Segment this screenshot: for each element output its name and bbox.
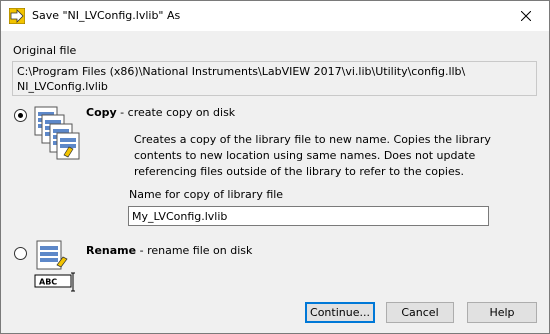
title-bar: Save "NI_LVConfig.lvlib" As	[1, 1, 549, 31]
copy-option-title: Copy - create copy on disk	[86, 106, 235, 119]
window-title: Save "NI_LVConfig.lvlib" As	[32, 9, 181, 22]
copy-name-label: Name for copy of library file	[129, 188, 284, 201]
rename-option-title: Rename - rename file on disk	[86, 244, 252, 257]
rename-subtitle: - rename file on disk	[136, 244, 253, 257]
original-file-path: C:\Program Files (x86)\National Instrume…	[12, 61, 537, 96]
copy-title: Copy	[86, 106, 117, 119]
cancel-button[interactable]: Cancel	[386, 302, 454, 323]
rename-icon-text: ABC	[39, 278, 57, 287]
copy-description: Creates a copy of the library file to ne…	[134, 133, 491, 178]
continue-button[interactable]: Continue...	[305, 302, 375, 323]
close-icon	[521, 11, 531, 21]
save-as-dialog: Save "NI_LVConfig.lvlib" As Original fil…	[0, 0, 550, 334]
copy-radio[interactable]	[14, 109, 27, 122]
rename-radio[interactable]	[14, 247, 27, 260]
labview-app-icon	[9, 8, 25, 24]
rename-title: Rename	[86, 244, 137, 257]
close-button[interactable]	[509, 4, 543, 28]
copy-name-input[interactable]	[128, 206, 489, 226]
original-file-label: Original file	[13, 44, 77, 57]
rename-file-icon: ABC	[34, 240, 75, 292]
copy-files-icon	[34, 106, 80, 160]
help-button[interactable]: Help	[467, 302, 537, 323]
copy-subtitle: - create copy on disk	[116, 106, 236, 119]
